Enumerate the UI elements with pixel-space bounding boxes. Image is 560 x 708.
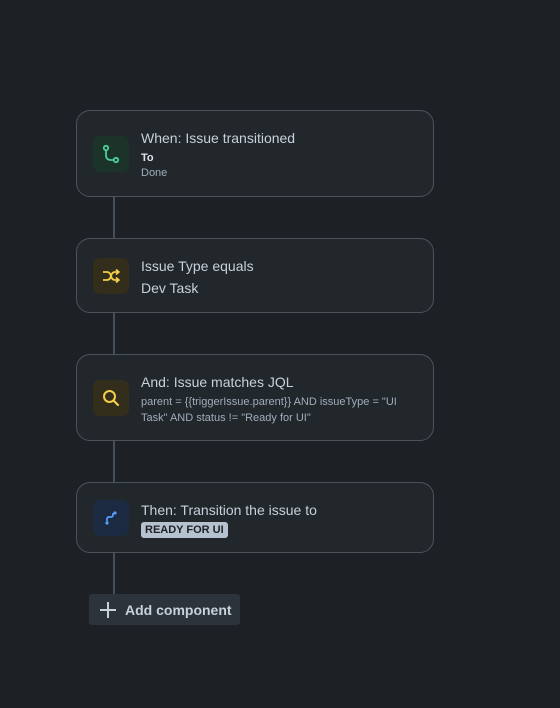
condition-icon-box xyxy=(93,258,129,294)
transition-action-card[interactable]: Then: Transition the issue to READY FOR … xyxy=(76,482,434,553)
issue-type-value: Dev Task xyxy=(141,280,199,296)
status-lozenge: READY FOR UI xyxy=(141,522,228,538)
jql-title: And: Issue matches JQL xyxy=(141,374,294,390)
search-icon xyxy=(103,390,120,407)
connector-line xyxy=(113,196,115,238)
add-component-label: Add component xyxy=(125,601,232,618)
jql-query: parent = {{triggerIssue.parent}} AND iss… xyxy=(141,396,397,424)
jql-condition-card[interactable]: And: Issue matches JQL parent = {{trigge… xyxy=(76,354,434,441)
action-title: Then: Transition the issue to xyxy=(141,502,317,518)
action-icon-box xyxy=(93,500,129,536)
jql-icon-box xyxy=(93,380,129,416)
trigger-icon-box xyxy=(93,136,129,172)
plus-icon xyxy=(100,601,116,618)
trigger-to-value: Done xyxy=(141,167,168,179)
add-component-button[interactable]: Add component xyxy=(89,594,240,625)
issue-type-condition-card[interactable]: Issue Type equals Dev Task xyxy=(76,238,434,313)
connector-line xyxy=(113,440,115,482)
shuffle-icon xyxy=(103,268,121,284)
branch-icon xyxy=(102,144,120,164)
transition-icon xyxy=(105,511,117,525)
connector-line xyxy=(113,552,115,594)
connector-line xyxy=(113,312,115,354)
trigger-to-label: To xyxy=(141,152,154,164)
trigger-title: When: Issue transitioned xyxy=(141,130,296,146)
automation-rule-canvas: When: Issue transitioned To Done Issue T… xyxy=(0,0,560,708)
issue-type-title: Issue Type equals xyxy=(141,258,254,274)
trigger-card[interactable]: When: Issue transitioned To Done xyxy=(76,110,434,197)
